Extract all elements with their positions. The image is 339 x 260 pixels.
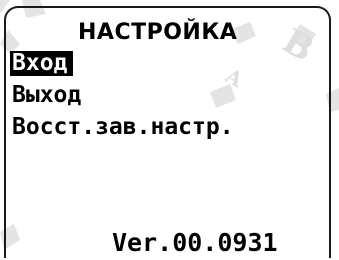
version-label: Ver.00.0931 xyxy=(112,228,278,257)
menu-item-enter[interactable]: Вход xyxy=(10,51,74,76)
menu-item-exit[interactable]: Выход xyxy=(12,83,81,108)
menu-item-restore-factory-settings[interactable]: Восст.зав.настр. xyxy=(12,115,234,140)
screen-title: НАСТРОЙКА xyxy=(78,20,238,45)
